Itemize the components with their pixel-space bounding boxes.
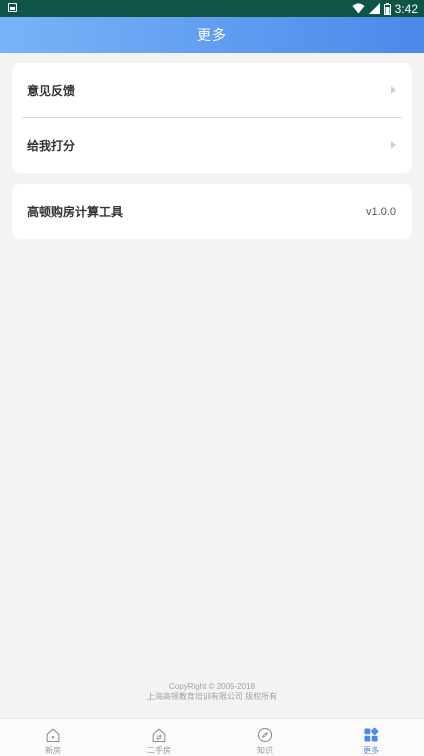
tab-more[interactable]: 更多 xyxy=(318,719,424,756)
chevron-right-icon xyxy=(391,86,396,94)
company-line: 上海高顿教育培训有限公司 版权所有 xyxy=(146,692,278,701)
compass-icon xyxy=(257,727,273,743)
second-hand-house-icon xyxy=(152,728,166,743)
rate-us-row[interactable]: 给我打分 xyxy=(12,118,412,172)
version-row: 高顿购房计算工具 v1.0.0 xyxy=(12,184,412,239)
copyright: CopyRight © 2005-2018 上海高顿教育培训有限公司 版权所有 xyxy=(0,682,424,702)
tab-more-label: 更多 xyxy=(363,746,379,755)
tab-second-hand-label: 二手房 xyxy=(147,746,171,755)
feedback-label: 意见反馈 xyxy=(27,83,76,98)
version-value: v1.0.0 xyxy=(366,205,396,218)
tab-second-hand[interactable]: 二手房 xyxy=(106,719,212,756)
tab-knowledge[interactable]: 知识 xyxy=(212,719,318,756)
tab-new-house[interactable]: 新房 xyxy=(0,719,106,756)
app-bar: 更多 xyxy=(0,17,424,53)
copyright-line: CopyRight © 2005-2018 xyxy=(169,682,255,691)
signal-icon xyxy=(368,3,380,14)
new-house-icon xyxy=(46,728,60,743)
chevron-right-icon xyxy=(391,141,396,149)
tab-new-house-label: 新房 xyxy=(45,746,61,755)
bottom-tab-bar: 新房 二手房 知识 更多 xyxy=(0,718,424,756)
app-info-card: 高顿购房计算工具 v1.0.0 xyxy=(12,184,412,239)
status-right: 3:42 xyxy=(352,0,418,17)
battery-icon xyxy=(383,2,391,15)
grid-icon xyxy=(364,727,379,742)
tab-knowledge-label: 知识 xyxy=(257,746,273,755)
status-bar: 3:42 xyxy=(0,0,424,17)
wifi-icon xyxy=(352,3,365,14)
status-time: 3:42 xyxy=(394,1,418,16)
app-name-label: 高顿购房计算工具 xyxy=(27,205,124,219)
feedback-row[interactable]: 意见反馈 xyxy=(12,63,412,117)
notification-icon xyxy=(8,3,17,12)
settings-card: 意见反馈 给我打分 xyxy=(12,63,412,173)
rate-us-label: 给我打分 xyxy=(27,138,76,153)
page-title: 更多 xyxy=(197,28,227,44)
